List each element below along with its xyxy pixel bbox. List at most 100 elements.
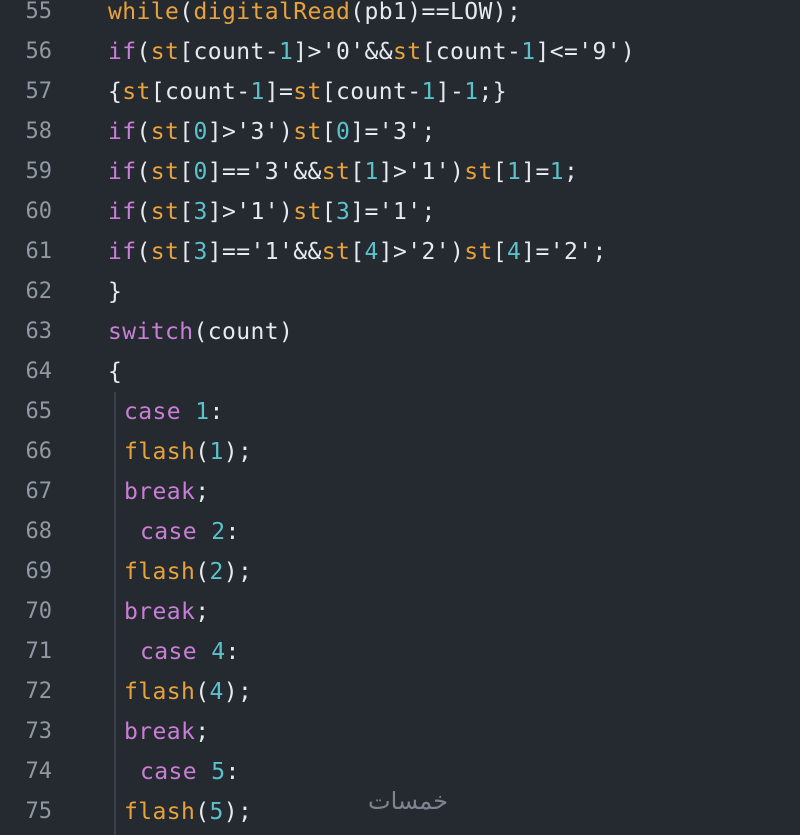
code-token: 1 (521, 39, 536, 65)
code-text[interactable]: { (108, 352, 122, 392)
code-line[interactable]: 55 while(digitalRead(pb1)==LOW); (0, 0, 800, 32)
code-text[interactable]: switch(count) (108, 312, 293, 352)
code-text[interactable]: flash(2); (124, 552, 252, 592)
code-token: 1 (278, 39, 294, 65)
code-token: [ (492, 159, 507, 185)
code-token: ]>'3') (207, 119, 294, 145)
code-token: st (293, 79, 322, 105)
code-token: } (108, 279, 123, 305)
code-text[interactable]: if(st[3]>'1')st[3]='1'; (108, 192, 436, 232)
code-text[interactable]: } (108, 272, 122, 312)
code-line[interactable]: 59 if(st[0]=='3'&&st[1]>'1')st[1]=1; (0, 152, 800, 192)
line-number: 60 (25, 199, 53, 224)
code-text[interactable]: if(st[0]>'3')st[0]='3'; (108, 112, 436, 152)
line-number: 59 (25, 159, 53, 184)
line-number: 72 (25, 679, 53, 704)
code-line[interactable]: 72 flash(4); (0, 672, 800, 712)
code-token: case (140, 759, 197, 785)
code-token: st (150, 119, 180, 145)
code-token: 4 (209, 679, 224, 705)
code-text[interactable]: if(st[0]=='3'&&st[1]>'1')st[1]=1; (108, 152, 578, 192)
code-token: 3 (193, 199, 208, 225)
code-token: flash (124, 799, 196, 825)
code-line[interactable]: 63 switch(count) (0, 312, 800, 352)
code-token: ( (179, 0, 194, 25)
code-text[interactable]: break; (124, 712, 210, 752)
code-line[interactable]: 61 if(st[3]=='1'&&st[4]>'2')st[4]='2'; (0, 232, 800, 272)
code-line[interactable]: 56 if(st[count-1]>'0'&&st[count-1]<='9') (0, 32, 800, 72)
code-line[interactable]: 73 break; (0, 712, 800, 752)
code-token: break (124, 719, 196, 745)
code-line[interactable]: 60 if(st[3]>'1')st[3]='1'; (0, 192, 800, 232)
line-number: 63 (25, 319, 53, 344)
code-token: [ (321, 199, 336, 225)
code-token: flash (124, 559, 196, 585)
code-token: while (108, 0, 180, 25)
code-editor[interactable]: 55 while(digitalRead(pb1)==LOW); 56 if(st[c… (0, 0, 800, 835)
line-number: 73 (25, 719, 53, 744)
code-token: st (150, 159, 180, 185)
code-token: [count- (421, 39, 522, 65)
code-token: if (108, 39, 137, 65)
code-line[interactable]: 67 break; (0, 472, 800, 512)
code-token: st (321, 239, 351, 265)
code-text[interactable]: flash(4); (124, 672, 252, 712)
code-token: ( (136, 239, 151, 265)
code-text[interactable]: while(digitalRead(pb1)==LOW); (108, 0, 521, 32)
code-token: switch (108, 319, 194, 345)
code-token: [count- (179, 39, 279, 65)
code-line[interactable]: 74 case 5: (0, 752, 800, 792)
code-text[interactable]: flash(1); (124, 432, 252, 472)
code-line[interactable]: 64 { (0, 352, 800, 392)
code-token: 5 (211, 759, 226, 785)
code-token: break (124, 479, 196, 505)
code-token: 0 (335, 119, 351, 145)
code-token: st (150, 199, 180, 225)
code-token: ]>'1') (378, 159, 465, 185)
code-line[interactable]: 70 break; (0, 592, 800, 632)
code-text[interactable]: break; (124, 472, 210, 512)
code-text[interactable]: case 5: (140, 752, 240, 792)
code-token: ]- (435, 79, 465, 105)
line-number: 65 (25, 399, 53, 424)
code-token: ); (223, 799, 253, 825)
code-token: ]=='3'&& (207, 159, 322, 185)
code-token: ]>'2') (378, 239, 465, 265)
code-token: digitalRead (193, 0, 351, 25)
code-line[interactable]: 71 case 4: (0, 632, 800, 672)
code-line[interactable]: 62} (0, 272, 800, 312)
code-token: : (225, 639, 240, 665)
code-text[interactable]: break; (124, 592, 210, 632)
code-line[interactable]: 66 flash(1); (0, 432, 800, 472)
code-token: st (464, 159, 493, 185)
code-token: if (108, 239, 137, 265)
code-line[interactable]: 65 case 1: (0, 392, 800, 432)
code-line[interactable]: 69 flash(2); (0, 552, 800, 592)
code-token: ); (223, 679, 253, 705)
code-line[interactable]: 68 case 2: (0, 512, 800, 552)
code-text[interactable]: flash(5); (124, 792, 252, 832)
code-text[interactable]: if(st[3]=='1'&&st[4]>'2')st[4]='2'; (108, 232, 607, 272)
code-token: ; (195, 599, 210, 625)
line-number: 67 (25, 479, 53, 504)
code-text[interactable]: {st[count-1]=st[count-1]-1;} (108, 72, 507, 112)
code-text[interactable]: case 1: (124, 392, 224, 432)
code-token: ]>'1') (207, 199, 294, 225)
code-token: ; (195, 479, 210, 505)
line-number: 66 (25, 439, 53, 464)
code-line[interactable]: 57 {st[count-1]=st[count-1]-1;} (0, 72, 800, 112)
code-text[interactable]: case 4: (140, 632, 240, 672)
code-text[interactable]: if(st[count-1]>'0'&&st[count-1]<='9') (108, 32, 635, 72)
code-token: st (150, 239, 180, 265)
code-token: if (108, 159, 137, 185)
code-token: { (108, 359, 123, 385)
code-token: 4 (211, 639, 226, 665)
code-token: st (392, 39, 422, 65)
code-line[interactable]: 58 if(st[0]>'3')st[0]='3'; (0, 112, 800, 152)
code-token: st (293, 199, 322, 225)
line-number: 58 (25, 119, 53, 144)
code-text[interactable]: case 2: (140, 512, 240, 552)
code-token: [ (350, 239, 365, 265)
code-token: ); (223, 559, 253, 585)
indent-guide (114, 392, 116, 835)
